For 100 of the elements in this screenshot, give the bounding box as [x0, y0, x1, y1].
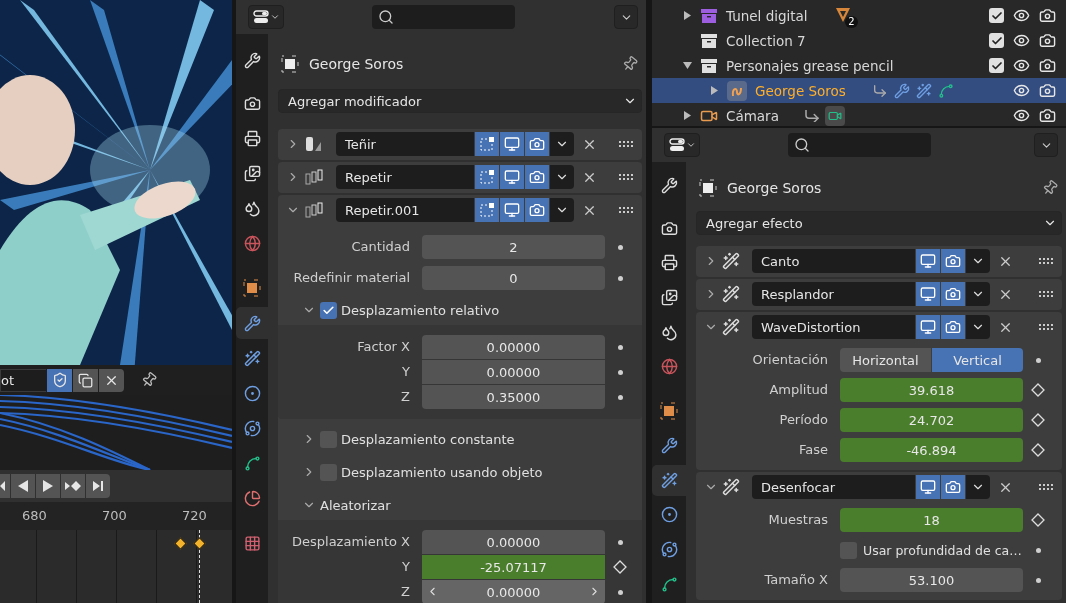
- properties-tab[interactable]: [236, 307, 268, 339]
- dropdown-button[interactable]: [966, 282, 990, 306]
- options-dropdown[interactable]: [1034, 133, 1058, 157]
- search-field[interactable]: [372, 5, 515, 29]
- visibility-toggle[interactable]: [475, 165, 499, 189]
- visibility-toggle[interactable]: [500, 198, 524, 222]
- datablock-field[interactable]: ot: [0, 368, 46, 392]
- visibility-toggle[interactable]: [941, 282, 965, 306]
- editor-type-button[interactable]: [664, 133, 700, 157]
- drag-handle-icon[interactable]: [1038, 257, 1054, 265]
- visibility-toggle[interactable]: [916, 315, 940, 339]
- add-menu[interactable]: Agregar efecto: [696, 211, 1062, 235]
- keyframe-diamond-icon[interactable]: [1031, 513, 1045, 527]
- camera-icon[interactable]: [1039, 7, 1056, 24]
- properties-tab[interactable]: [652, 464, 686, 497]
- unlink-button[interactable]: [99, 368, 124, 392]
- keyframe-diamond-icon[interactable]: [613, 560, 627, 574]
- outliner-row[interactable]: Collection 7: [652, 28, 1066, 53]
- visibility-toggle[interactable]: [475, 132, 499, 156]
- keyframe-icon[interactable]: [174, 537, 187, 550]
- eye-icon[interactable]: [1013, 107, 1030, 124]
- visibility-toggle[interactable]: [500, 165, 524, 189]
- fake-user-button[interactable]: [47, 368, 72, 392]
- outliner-row[interactable]: Cámara: [652, 103, 1066, 126]
- visibility-toggle[interactable]: [941, 315, 965, 339]
- keyframe-diamond-icon[interactable]: [1031, 383, 1045, 397]
- name-field[interactable]: Repetir.001: [336, 198, 474, 222]
- visibility-toggle[interactable]: [525, 198, 549, 222]
- dropdown-button[interactable]: [550, 198, 574, 222]
- drag-handle-icon[interactable]: [618, 173, 634, 181]
- add-menu[interactable]: Agregar modificador: [278, 89, 642, 113]
- name-field[interactable]: Repetir: [336, 165, 474, 189]
- keyframe-dot-icon[interactable]: [1035, 357, 1041, 363]
- outliner-row[interactable]: Tunel digital 2: [652, 3, 1066, 28]
- keyframe-dot-icon[interactable]: [617, 244, 623, 250]
- number-field[interactable]: -25.07117: [422, 555, 605, 579]
- number-field[interactable]: -46.894: [840, 438, 1023, 462]
- keyframe-icon[interactable]: [193, 537, 206, 550]
- keyframe-dot-icon[interactable]: [617, 394, 623, 400]
- name-field[interactable]: Resplandor: [752, 282, 915, 306]
- play-button[interactable]: [36, 474, 60, 498]
- number-field[interactable]: 0.00000: [422, 530, 605, 554]
- drag-handle-icon[interactable]: [618, 140, 634, 148]
- visibility-toggle[interactable]: [941, 249, 965, 273]
- number-field[interactable]: 2: [422, 235, 605, 259]
- keyframe-dot-icon[interactable]: [1035, 547, 1041, 553]
- number-field[interactable]: 0.00000: [422, 580, 605, 603]
- name-field[interactable]: Teñir: [336, 132, 474, 156]
- number-field[interactable]: 39.618: [840, 378, 1023, 402]
- checkbox[interactable]: [320, 301, 337, 319]
- drag-handle-icon[interactable]: [1038, 483, 1054, 491]
- eye-icon[interactable]: [1013, 57, 1030, 74]
- number-field[interactable]: 0.35000: [422, 385, 605, 409]
- eye-icon[interactable]: [1013, 32, 1030, 49]
- outliner-row[interactable]: Personajes grease pencil: [652, 53, 1066, 78]
- keyframe-dot-icon[interactable]: [617, 539, 623, 545]
- camera-icon[interactable]: [1039, 107, 1056, 124]
- dropdown-button[interactable]: [550, 132, 574, 156]
- number-field[interactable]: 18: [840, 508, 1023, 532]
- orientation-option[interactable]: Horizontal: [840, 348, 931, 372]
- duplicate-button[interactable]: [73, 368, 98, 392]
- options-dropdown[interactable]: [614, 5, 638, 29]
- keyframe-dot-icon[interactable]: [617, 589, 623, 595]
- visibility-toggle[interactable]: [475, 198, 499, 222]
- keyframe-dot-icon[interactable]: [617, 275, 623, 281]
- visibility-toggle[interactable]: [916, 249, 940, 273]
- visibility-toggle[interactable]: [500, 132, 524, 156]
- dropdown-button[interactable]: [550, 165, 574, 189]
- name-field[interactable]: Canto: [752, 249, 915, 273]
- number-field[interactable]: 24.702: [840, 408, 1023, 432]
- exclude-checkbox[interactable]: [989, 8, 1004, 23]
- name-field[interactable]: WaveDistortion: [752, 315, 915, 339]
- dropdown-button[interactable]: [966, 475, 990, 499]
- camera-icon[interactable]: [1039, 82, 1056, 99]
- keyframe-dot-icon[interactable]: [1035, 577, 1041, 583]
- jump-end-button[interactable]: [86, 474, 110, 498]
- visibility-toggle[interactable]: [525, 132, 549, 156]
- exclude-checkbox[interactable]: [989, 33, 1004, 48]
- number-field[interactable]: 53.100: [840, 568, 1023, 592]
- play-reverse-button[interactable]: [11, 474, 35, 498]
- number-field[interactable]: 0.00000: [422, 360, 605, 384]
- eye-icon[interactable]: [1013, 82, 1030, 99]
- number-field[interactable]: 0.00000: [422, 335, 605, 359]
- outliner-row[interactable]: George Soros: [652, 78, 1066, 103]
- visibility-toggle[interactable]: [916, 282, 940, 306]
- camera-icon[interactable]: [1039, 57, 1056, 74]
- editor-type-button[interactable]: [248, 5, 284, 29]
- visibility-toggle[interactable]: [525, 165, 549, 189]
- keyframe-dot-icon[interactable]: [617, 369, 623, 375]
- camera-icon[interactable]: [1039, 32, 1056, 49]
- name-field[interactable]: Desenfocar: [752, 475, 915, 499]
- drag-handle-icon[interactable]: [1038, 290, 1054, 298]
- visibility-toggle[interactable]: [916, 475, 940, 499]
- eye-icon[interactable]: [1013, 7, 1030, 24]
- search-field[interactable]: [788, 133, 931, 157]
- exclude-checkbox[interactable]: [989, 58, 1004, 73]
- visibility-toggle[interactable]: [941, 475, 965, 499]
- keyframe-dot-icon[interactable]: [617, 344, 623, 350]
- dropdown-button[interactable]: [966, 315, 990, 339]
- drag-handle-icon[interactable]: [618, 206, 634, 214]
